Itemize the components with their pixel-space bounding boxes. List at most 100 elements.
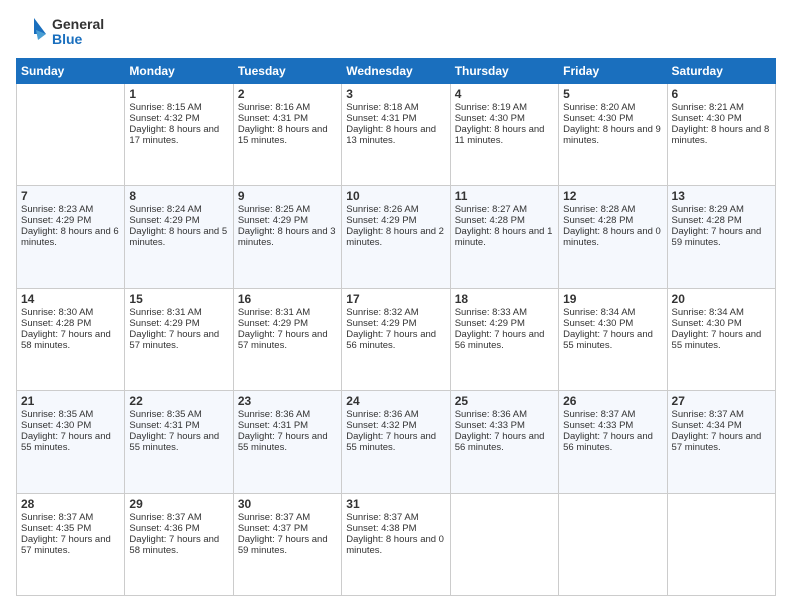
day-number: 19 — [563, 292, 662, 306]
daylight-text: Daylight: 8 hours and 9 minutes. — [563, 124, 662, 146]
daylight-text: Daylight: 7 hours and 56 minutes. — [455, 431, 554, 453]
day-of-week-header: Monday — [125, 59, 233, 84]
calendar-cell: 30Sunrise: 8:37 AMSunset: 4:37 PMDayligh… — [233, 493, 341, 595]
calendar-cell: 3Sunrise: 8:18 AMSunset: 4:31 PMDaylight… — [342, 84, 450, 186]
calendar-cell: 24Sunrise: 8:36 AMSunset: 4:32 PMDayligh… — [342, 391, 450, 493]
daylight-text: Daylight: 7 hours and 55 minutes. — [129, 431, 228, 453]
calendar-cell: 23Sunrise: 8:36 AMSunset: 4:31 PMDayligh… — [233, 391, 341, 493]
sunrise-text: Sunrise: 8:23 AM — [21, 204, 120, 215]
header: General Blue — [16, 16, 776, 48]
day-number: 14 — [21, 292, 120, 306]
logo-blue: Blue — [52, 32, 104, 47]
calendar-cell: 14Sunrise: 8:30 AMSunset: 4:28 PMDayligh… — [17, 288, 125, 390]
day-number: 4 — [455, 87, 554, 101]
daylight-text: Daylight: 7 hours and 57 minutes. — [21, 534, 120, 556]
calendar-cell: 18Sunrise: 8:33 AMSunset: 4:29 PMDayligh… — [450, 288, 558, 390]
daylight-text: Daylight: 7 hours and 56 minutes. — [346, 329, 445, 351]
sunset-text: Sunset: 4:37 PM — [238, 523, 337, 534]
sunrise-text: Sunrise: 8:35 AM — [21, 409, 120, 420]
sunrise-text: Sunrise: 8:31 AM — [238, 307, 337, 318]
sunset-text: Sunset: 4:29 PM — [238, 318, 337, 329]
calendar-week-row: 1Sunrise: 8:15 AMSunset: 4:32 PMDaylight… — [17, 84, 776, 186]
sunset-text: Sunset: 4:30 PM — [455, 113, 554, 124]
day-number: 13 — [672, 189, 771, 203]
daylight-text: Daylight: 8 hours and 1 minute. — [455, 226, 554, 248]
day-number: 12 — [563, 189, 662, 203]
daylight-text: Daylight: 7 hours and 57 minutes. — [238, 329, 337, 351]
daylight-text: Daylight: 8 hours and 2 minutes. — [346, 226, 445, 248]
day-of-week-header: Friday — [559, 59, 667, 84]
day-number: 20 — [672, 292, 771, 306]
sunrise-text: Sunrise: 8:34 AM — [563, 307, 662, 318]
calendar-table: SundayMondayTuesdayWednesdayThursdayFrid… — [16, 58, 776, 596]
day-of-week-header: Thursday — [450, 59, 558, 84]
calendar-cell — [17, 84, 125, 186]
sunset-text: Sunset: 4:30 PM — [672, 113, 771, 124]
day-number: 16 — [238, 292, 337, 306]
day-number: 1 — [129, 87, 228, 101]
day-number: 9 — [238, 189, 337, 203]
day-of-week-header: Saturday — [667, 59, 775, 84]
day-number: 21 — [21, 394, 120, 408]
sunset-text: Sunset: 4:31 PM — [238, 113, 337, 124]
daylight-text: Daylight: 8 hours and 11 minutes. — [455, 124, 554, 146]
day-number: 26 — [563, 394, 662, 408]
sunrise-text: Sunrise: 8:37 AM — [21, 512, 120, 523]
day-number: 3 — [346, 87, 445, 101]
calendar-cell: 31Sunrise: 8:37 AMSunset: 4:38 PMDayligh… — [342, 493, 450, 595]
day-number: 6 — [672, 87, 771, 101]
daylight-text: Daylight: 7 hours and 55 minutes. — [672, 329, 771, 351]
calendar-week-row: 28Sunrise: 8:37 AMSunset: 4:35 PMDayligh… — [17, 493, 776, 595]
daylight-text: Daylight: 8 hours and 15 minutes. — [238, 124, 337, 146]
daylight-text: Daylight: 7 hours and 56 minutes. — [455, 329, 554, 351]
sunset-text: Sunset: 4:29 PM — [21, 215, 120, 226]
daylight-text: Daylight: 7 hours and 57 minutes. — [672, 431, 771, 453]
calendar-cell: 29Sunrise: 8:37 AMSunset: 4:36 PMDayligh… — [125, 493, 233, 595]
calendar-cell: 20Sunrise: 8:34 AMSunset: 4:30 PMDayligh… — [667, 288, 775, 390]
day-number: 7 — [21, 189, 120, 203]
sunset-text: Sunset: 4:36 PM — [129, 523, 228, 534]
sunrise-text: Sunrise: 8:21 AM — [672, 102, 771, 113]
day-number: 2 — [238, 87, 337, 101]
sunset-text: Sunset: 4:29 PM — [129, 318, 228, 329]
calendar-cell: 27Sunrise: 8:37 AMSunset: 4:34 PMDayligh… — [667, 391, 775, 493]
calendar-cell: 7Sunrise: 8:23 AMSunset: 4:29 PMDaylight… — [17, 186, 125, 288]
sunrise-text: Sunrise: 8:26 AM — [346, 204, 445, 215]
sunset-text: Sunset: 4:31 PM — [129, 420, 228, 431]
sunrise-text: Sunrise: 8:31 AM — [129, 307, 228, 318]
calendar-week-row: 7Sunrise: 8:23 AMSunset: 4:29 PMDaylight… — [17, 186, 776, 288]
sunset-text: Sunset: 4:30 PM — [21, 420, 120, 431]
daylight-text: Daylight: 8 hours and 5 minutes. — [129, 226, 228, 248]
sunrise-text: Sunrise: 8:33 AM — [455, 307, 554, 318]
calendar-cell: 16Sunrise: 8:31 AMSunset: 4:29 PMDayligh… — [233, 288, 341, 390]
daylight-text: Daylight: 8 hours and 17 minutes. — [129, 124, 228, 146]
sunset-text: Sunset: 4:29 PM — [238, 215, 337, 226]
sunset-text: Sunset: 4:33 PM — [455, 420, 554, 431]
day-number: 11 — [455, 189, 554, 203]
calendar-cell: 10Sunrise: 8:26 AMSunset: 4:29 PMDayligh… — [342, 186, 450, 288]
daylight-text: Daylight: 7 hours and 58 minutes. — [21, 329, 120, 351]
day-of-week-header: Sunday — [17, 59, 125, 84]
daylight-text: Daylight: 7 hours and 55 minutes. — [238, 431, 337, 453]
calendar-cell: 2Sunrise: 8:16 AMSunset: 4:31 PMDaylight… — [233, 84, 341, 186]
sunset-text: Sunset: 4:30 PM — [563, 318, 662, 329]
day-number: 27 — [672, 394, 771, 408]
calendar-week-row: 21Sunrise: 8:35 AMSunset: 4:30 PM Dayligh… — [17, 391, 776, 493]
daylight-text: Daylight: 7 hours and 56 minutes. — [563, 431, 662, 453]
daylight-text: Daylight: 7 hours and 59 minutes. — [672, 226, 771, 248]
logo-wordmark: General Blue — [16, 16, 104, 48]
daylight-text: Daylight: 7 hours and 58 minutes. — [129, 534, 228, 556]
calendar-cell — [450, 493, 558, 595]
sunrise-text: Sunrise: 8:36 AM — [238, 409, 337, 420]
sunrise-text: Sunrise: 8:37 AM — [563, 409, 662, 420]
calendar-cell: 1Sunrise: 8:15 AMSunset: 4:32 PMDaylight… — [125, 84, 233, 186]
sunrise-text: Sunrise: 8:25 AM — [238, 204, 337, 215]
calendar-cell: 5Sunrise: 8:20 AMSunset: 4:30 PMDaylight… — [559, 84, 667, 186]
calendar-cell: 8Sunrise: 8:24 AMSunset: 4:29 PMDaylight… — [125, 186, 233, 288]
day-number: 29 — [129, 497, 228, 511]
logo-general: General — [52, 17, 104, 32]
sunrise-text: Sunrise: 8:28 AM — [563, 204, 662, 215]
calendar-cell: 22Sunrise: 8:35 AMSunset: 4:31 PMDayligh… — [125, 391, 233, 493]
sunset-text: Sunset: 4:31 PM — [346, 113, 445, 124]
sunset-text: Sunset: 4:28 PM — [672, 215, 771, 226]
